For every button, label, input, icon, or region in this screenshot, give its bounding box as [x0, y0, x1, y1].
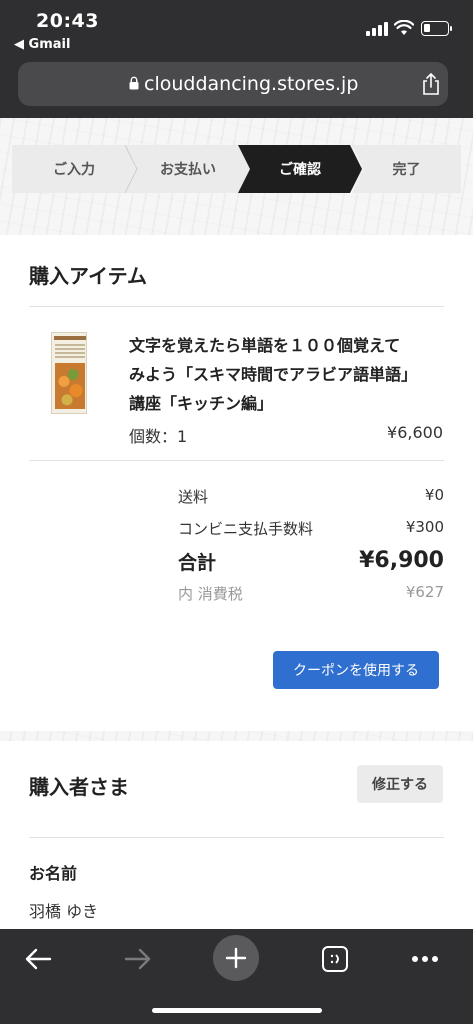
shipping-label: 送料 [178, 488, 209, 506]
buyer-card: 購入者さま 修正する お名前 羽橋 ゆき [0, 741, 473, 929]
tax-value: ¥627 [405, 583, 444, 601]
item-quantity: 個数：1 [129, 427, 188, 446]
status-bar: 20:43 ◀ Gmail [0, 0, 473, 60]
total-value: ¥6,900 [359, 548, 444, 573]
tax-row: 内 消費税 ¥627 [178, 583, 444, 604]
item-name: 文字を覚えたら単語を１００個覚えてみよう「スキマ時間でアラビア語単語」講座「キッ… [129, 336, 410, 413]
home-indicator [152, 1008, 322, 1013]
shipping-value: ¥0 [424, 486, 444, 504]
fee-row: コンビニ支払手数料 ¥300 [178, 518, 444, 539]
step-confirm-active: ご確認 [238, 145, 362, 193]
purchase-card: 購入アイテム 文字を覚えたら単語を１００個覚えてみよう「スキマ時間でアラビア語単… [0, 235, 473, 731]
fee-label: コンビニ支払手数料 [178, 520, 314, 538]
step-separator [124, 145, 138, 193]
browser-address-area: clouddancing.stores.jp [0, 60, 473, 118]
arrow-left-icon [25, 948, 52, 970]
lock-icon [129, 76, 139, 90]
cellular-signal-icon [366, 22, 388, 36]
page-background: ご入力 お支払い 完了 ご確認 購入アイテム 文字を覚えたら単語を１００個覚えて… [0, 118, 473, 929]
buyer-title: 購入者さま [29, 775, 129, 799]
browser-toolbar [0, 929, 473, 1024]
shipping-row: 送料 ¥0 [178, 486, 444, 507]
name-label: お名前 [29, 864, 78, 883]
step-complete: 完了 [352, 145, 461, 193]
item-thumbnail [51, 332, 87, 414]
name-value: 羽橋 ゆき [29, 902, 99, 921]
clock: 20:43 [36, 10, 99, 32]
step-payment: お支払い [126, 145, 250, 193]
plus-icon [225, 947, 247, 969]
tabs-icon [322, 946, 348, 972]
back-button[interactable] [18, 939, 58, 979]
item-price: ¥6,600 [387, 423, 443, 442]
url-text: clouddancing.stores.jp [144, 73, 359, 95]
total-label: 合計 [178, 552, 217, 574]
total-row: 合計 ¥6,900 [178, 548, 444, 575]
step-input: ご入力 [12, 145, 136, 193]
wifi-icon [394, 20, 414, 35]
more-button[interactable] [405, 939, 445, 979]
purchase-title: 購入アイテム [29, 264, 147, 288]
tax-label: 内 消費税 [178, 585, 243, 603]
use-coupon-button[interactable]: クーポンを使用する [273, 651, 439, 689]
divider [29, 837, 444, 838]
checkout-steps: ご入力 お支払い 完了 ご確認 [12, 145, 461, 193]
more-icon [412, 956, 438, 962]
battery-icon [421, 21, 452, 36]
address-bar[interactable]: clouddancing.stores.jp [18, 62, 448, 106]
forward-button[interactable] [118, 939, 158, 979]
tabs-button[interactable] [315, 939, 355, 979]
fee-value: ¥300 [405, 518, 444, 536]
edit-buyer-button[interactable]: 修正する [357, 765, 443, 803]
back-to-app-link[interactable]: ◀ Gmail [14, 37, 70, 52]
divider [29, 460, 444, 461]
divider [29, 306, 444, 307]
share-icon[interactable] [421, 72, 441, 96]
arrow-right-icon [124, 948, 151, 970]
new-tab-button[interactable] [213, 935, 259, 981]
